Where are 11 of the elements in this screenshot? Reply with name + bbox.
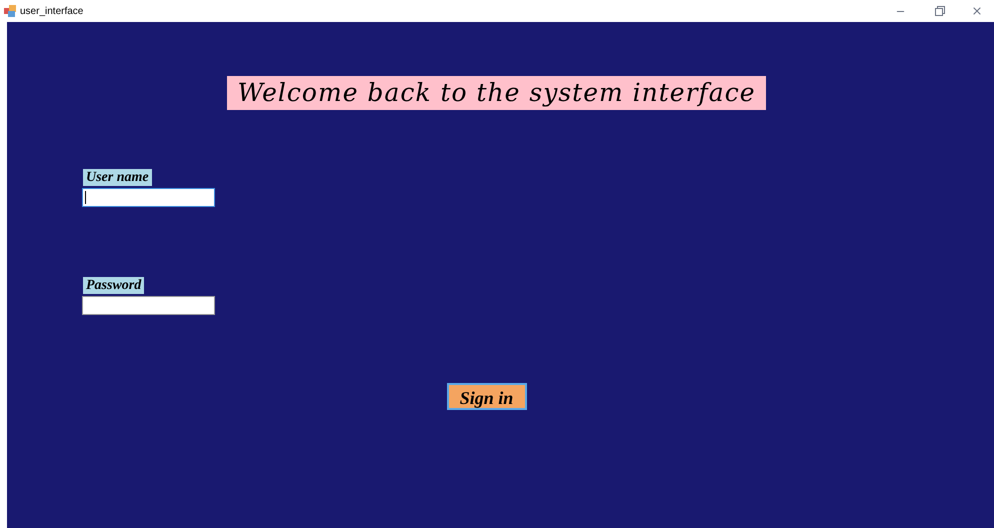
field-label: Password	[83, 277, 144, 294]
input-field[interactable]	[82, 188, 215, 207]
field-label: User name	[83, 169, 152, 186]
window-title: user_interface	[20, 4, 84, 18]
sign-in-button[interactable]: Sign in	[446, 383, 526, 410]
input-field[interactable]	[82, 296, 215, 315]
restore-icon	[935, 6, 945, 16]
app-icon	[4, 5, 16, 17]
close-icon	[971, 5, 983, 17]
text-cursor-icon	[85, 191, 86, 204]
welcome-heading: Welcome back to the system interface	[227, 76, 766, 110]
